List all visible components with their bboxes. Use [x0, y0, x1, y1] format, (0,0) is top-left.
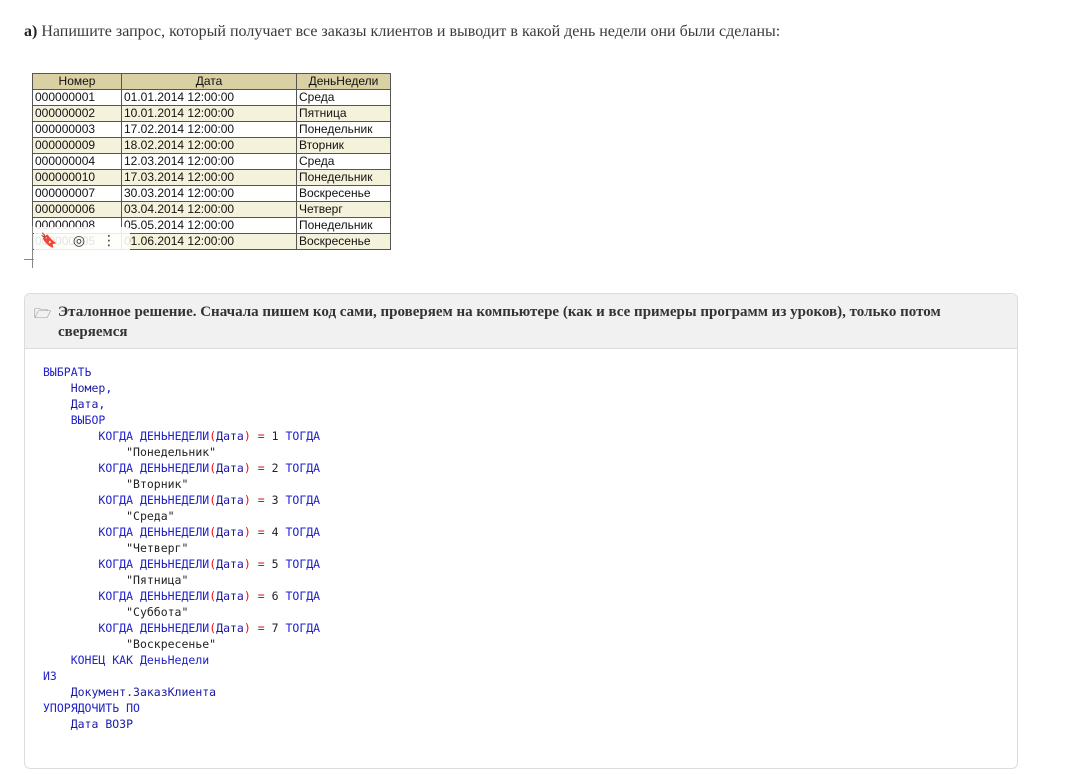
cell-number: 000000002: [32, 105, 122, 122]
cell-date: 18.02.2014 12:00:00: [121, 137, 297, 154]
image-hover-toolbar: 🔖 ◎ ⋮: [34, 227, 130, 255]
cell-weekday: Среда: [296, 89, 391, 106]
cell-number: 000000006: [32, 201, 122, 218]
result-table-container: Номер Дата ДеньНедели 000000001 01.01.201…: [32, 73, 391, 250]
task-description: Напишите запрос, который получает все за…: [41, 23, 781, 40]
more-vertical-icon[interactable]: ⋮: [94, 233, 124, 249]
cell-number: 000000004: [32, 153, 122, 170]
code-keyword: ВЫБОР: [70, 413, 106, 427]
code-field: Дата,: [70, 397, 106, 411]
cell-date: 01.01.2014 12:00:00: [121, 89, 297, 106]
cell-weekday: Понедельник: [296, 169, 391, 186]
table-row: 000000004 12.03.2014 12:00:00 Среда: [32, 153, 391, 170]
cell-date: 17.02.2014 12:00:00: [121, 121, 297, 138]
code-source: Документ.ЗаказКлиента: [70, 685, 217, 699]
code-field: Номер,: [70, 381, 113, 395]
cell-date: 03.04.2014 12:00:00: [121, 201, 297, 218]
table-row: 000000009 18.02.2014 12:00:00 Вторник: [32, 137, 391, 154]
code-cases: КОГДА ДЕНЬНЕДЕЛИ(Дата) = 1 ТОГДА "Понеде…: [43, 429, 320, 651]
cell-weekday: Среда: [296, 153, 391, 170]
folder-open-icon: 🗁: [34, 306, 52, 322]
task-text: а) Напишите запрос, который получает все…: [24, 22, 780, 42]
cell-date: 05.05.2014 12:00:00: [121, 217, 297, 234]
bookmark-icon[interactable]: 🔖: [34, 233, 64, 249]
cell-date: 30.03.2014 12:00:00: [121, 185, 297, 202]
divider-line: [24, 259, 34, 260]
column-header-date: Дата: [121, 73, 297, 90]
divider-line: [32, 226, 33, 268]
code-order-field: Дата ВОЗР: [70, 717, 134, 731]
column-header-weekday: ДеньНедели: [296, 73, 391, 90]
table-row: 000000006 03.04.2014 12:00:00 Четверг: [32, 201, 391, 218]
table-row: 000000001 01.01.2014 12:00:00 Среда: [32, 89, 391, 106]
cell-number: 000000009: [32, 137, 122, 154]
code-block: ВЫБРАТЬ Номер, Дата, ВЫБОР КОГДА ДЕНЬНЕД…: [25, 349, 1017, 747]
code-keyword: КОНЕЦ КАК ДеньНедели: [70, 653, 210, 667]
table-header-row: Номер Дата ДеньНедели: [32, 73, 391, 90]
code-case-line: КОГДА ДЕНЬНЕДЕЛИ(Дата) = 6 ТОГДА "Суббот…: [98, 589, 321, 619]
cell-weekday: Вторник: [296, 137, 391, 154]
cell-weekday: Воскресенье: [296, 233, 391, 250]
code-keyword: ВЫБРАТЬ: [43, 365, 92, 379]
cell-number: 000000007: [32, 185, 122, 202]
code-case-line: КОГДА ДЕНЬНЕДЕЛИ(Дата) = 5 ТОГДА "Пятниц…: [98, 557, 321, 587]
table-row: 000000002 10.01.2014 12:00:00 Пятница: [32, 105, 391, 122]
cell-date: 12.03.2014 12:00:00: [121, 153, 297, 170]
cell-weekday: Четверг: [296, 201, 391, 218]
table-row: 000000003 17.02.2014 12:00:00 Понедельник: [32, 121, 391, 138]
lens-search-icon[interactable]: ◎: [64, 233, 94, 249]
code-case-line: КОГДА ДЕНЬНЕДЕЛИ(Дата) = 7 ТОГДА "Воскре…: [98, 621, 321, 651]
code-keyword: ИЗ: [43, 669, 57, 683]
cell-weekday: Понедельник: [296, 217, 391, 234]
table-row: 000000007 30.03.2014 12:00:00 Воскресенье: [32, 185, 391, 202]
result-table: Номер Дата ДеньНедели 000000001 01.01.201…: [32, 73, 391, 250]
cell-date: 01.06.2014 12:00:00: [121, 233, 297, 250]
task-label: а): [24, 23, 38, 40]
cell-weekday: Воскресенье: [296, 185, 391, 202]
cell-number: 000000001: [32, 89, 122, 106]
code-case-line: КОГДА ДЕНЬНЕДЕЛИ(Дата) = 1 ТОГДА "Понеде…: [98, 429, 321, 459]
table-body: 000000001 01.01.2014 12:00:00 Среда 0000000…: [32, 89, 391, 250]
code-case-line: КОГДА ДЕНЬНЕДЕЛИ(Дата) = 4 ТОГДА "Четвер…: [98, 525, 321, 555]
solution-panel: 🗁 Эталонное решение. Сначала пишем код с…: [24, 293, 1018, 769]
cell-number: 000000010: [32, 169, 122, 186]
code-case-line: КОГДА ДЕНЬНЕДЕЛИ(Дата) = 2 ТОГДА "Вторни…: [98, 461, 321, 491]
cell-number: 000000003: [32, 121, 122, 138]
code-case-line: КОГДА ДЕНЬНЕДЕЛИ(Дата) = 3 ТОГДА "Среда": [98, 493, 321, 523]
cell-date: 17.03.2014 12:00:00: [121, 169, 297, 186]
table-row: 000000010 17.03.2014 12:00:00 Понедельник: [32, 169, 391, 186]
solution-title: Эталонное решение. Сначала пишем код сам…: [58, 304, 941, 340]
column-header-number: Номер: [32, 73, 122, 90]
cell-weekday: Понедельник: [296, 121, 391, 138]
cell-weekday: Пятница: [296, 105, 391, 122]
cell-date: 10.01.2014 12:00:00: [121, 105, 297, 122]
solution-header[interactable]: 🗁 Эталонное решение. Сначала пишем код с…: [25, 294, 1017, 349]
code-keyword: УПОРЯДОЧИТЬ ПО: [43, 701, 140, 715]
